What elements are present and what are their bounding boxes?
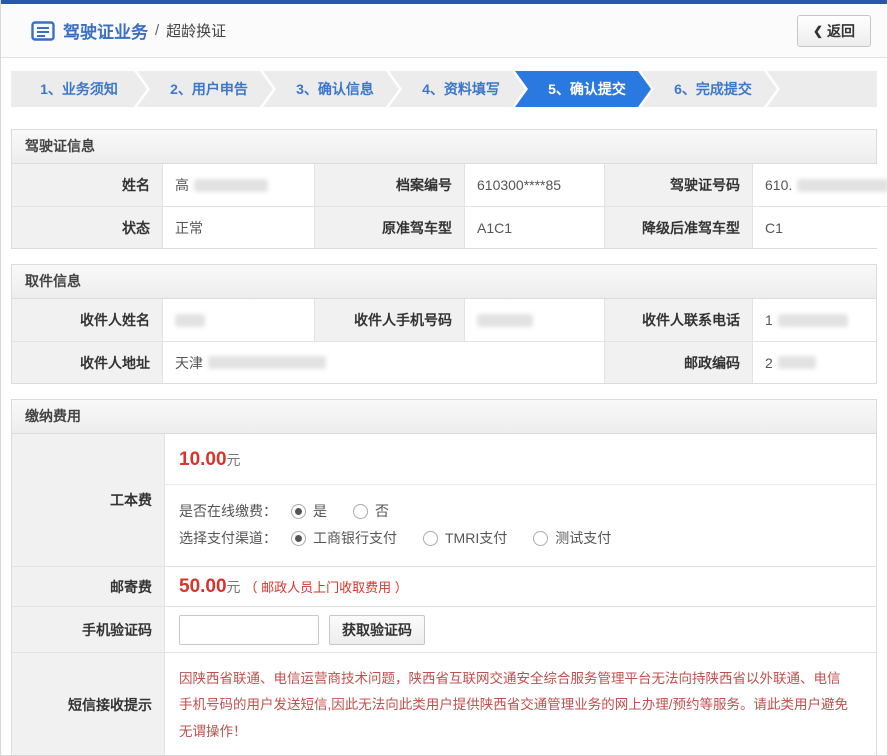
radio-selected-icon[interactable] bbox=[291, 531, 306, 546]
fees-table: 工本费 10.00元 是否在线缴费： 是 否 bbox=[12, 434, 876, 756]
name-label: 姓名 bbox=[12, 164, 162, 206]
down-class-label: 降级后准驾车型 bbox=[604, 206, 752, 248]
pay-channel-label: 选择支付渠道： bbox=[179, 528, 277, 548]
radio-selected-icon[interactable] bbox=[291, 504, 306, 519]
redacted-value bbox=[477, 314, 533, 327]
payment-options: 是否在线缴费： 是 否 选择支付渠道： bbox=[165, 485, 876, 566]
step-wizard: 1、业务须知 2、用户申告 3、确认信息 4、资料填写 5、确认提交 6、完成提… bbox=[11, 71, 877, 107]
license-no-label: 驾驶证号码 bbox=[604, 164, 752, 206]
radio-unselected-icon[interactable] bbox=[353, 504, 368, 519]
file-no-value: 610300****85 bbox=[464, 164, 604, 206]
step-bar-filler bbox=[767, 71, 877, 107]
back-button[interactable]: ❮ 返回 bbox=[797, 15, 871, 47]
status-label: 状态 bbox=[12, 206, 162, 248]
postage-fee-label: 邮寄费 bbox=[12, 566, 164, 606]
section-fees: 缴纳费用 工本费 10.00元 是否在线缴费： 是 bbox=[11, 399, 877, 756]
recipient-name-label: 收件人姓名 bbox=[12, 299, 162, 341]
orig-class-value: A1C1 bbox=[464, 206, 604, 248]
sms-code-input[interactable] bbox=[179, 615, 319, 645]
pickup-info-table: 收件人姓名 收件人手机号码 收件人联系电话 1 收件人地址 天津 邮政编码 2 bbox=[12, 299, 876, 383]
step-1-business-notice: 1、业务须知 bbox=[11, 71, 147, 107]
section-title-fees: 缴纳费用 bbox=[12, 400, 876, 434]
get-code-button[interactable]: 获取验证码 bbox=[329, 615, 425, 645]
step-4-fill-materials: 4、资料填写 bbox=[389, 71, 525, 107]
recipient-address-value: 天津 bbox=[162, 341, 604, 383]
recipient-phone-label: 收件人联系电话 bbox=[604, 299, 752, 341]
production-fee-unit: 元 bbox=[227, 452, 241, 468]
redacted-value bbox=[175, 314, 205, 327]
section-title-license-info: 驾驶证信息 bbox=[12, 130, 876, 164]
breadcrumb-current: 超龄换证 bbox=[166, 20, 226, 41]
channel-tmri-radio[interactable]: TMRI支付 bbox=[423, 528, 507, 548]
header: 驾驶证业务 / 超龄换证 ❮ 返回 bbox=[1, 4, 887, 58]
breadcrumb-divider: / bbox=[155, 22, 159, 39]
online-pay-yes-radio[interactable]: 是 bbox=[291, 501, 327, 521]
sms-code-label: 手机验证码 bbox=[12, 606, 164, 652]
file-no-label: 档案编号 bbox=[314, 164, 464, 206]
pay-channel-row: 选择支付渠道： 工商银行支付 TMRI支付 测试支付 bbox=[179, 528, 862, 548]
redacted-value bbox=[194, 179, 268, 192]
sms-code-content: 获取验证码 bbox=[164, 606, 876, 652]
production-fee-content: 10.00元 是否在线缴费： 是 否 bbox=[164, 434, 876, 566]
chevron-left-icon: ❮ bbox=[813, 24, 823, 38]
form-list-icon bbox=[31, 21, 55, 41]
license-no-value: 610. bbox=[752, 164, 888, 206]
production-fee-amount-row: 10.00元 bbox=[165, 434, 876, 485]
redacted-value bbox=[208, 356, 326, 369]
online-pay-row: 是否在线缴费： 是 否 bbox=[179, 501, 862, 521]
channel-icbc-radio[interactable]: 工商银行支付 bbox=[291, 528, 397, 548]
channel-icbc-label[interactable]: 工商银行支付 bbox=[313, 528, 397, 548]
page-title: 驾驶证业务 bbox=[63, 18, 148, 43]
channel-test-label[interactable]: 测试支付 bbox=[555, 528, 611, 548]
redacted-value bbox=[778, 314, 848, 327]
step-3-confirm-info: 3、确认信息 bbox=[263, 71, 399, 107]
down-class-value: C1 bbox=[752, 206, 888, 248]
name-value: 高 bbox=[162, 164, 314, 206]
zip-code-value: 2 bbox=[752, 341, 876, 383]
sms-notice-text: 因陕西省联通、电信运营商技术问题，陕西省互联网交通安全综合服务管理平台无法向持陕… bbox=[164, 652, 876, 756]
redacted-value bbox=[797, 179, 888, 192]
step-5-confirm-submit: 5、确认提交 bbox=[515, 71, 651, 107]
section-license-info: 驾驶证信息 姓名 高 档案编号 610300****85 驾驶证号码 610. … bbox=[11, 129, 877, 249]
recipient-mobile-label: 收件人手机号码 bbox=[314, 299, 464, 341]
page: 驾驶证业务 / 超龄换证 ❮ 返回 1、业务须知 2、用户申告 3、确认信息 4… bbox=[0, 0, 888, 756]
recipient-mobile-value bbox=[464, 299, 604, 341]
production-fee-label: 工本费 bbox=[12, 434, 164, 566]
online-pay-yes-label[interactable]: 是 bbox=[313, 501, 327, 521]
recipient-name-value bbox=[162, 299, 314, 341]
online-pay-label: 是否在线缴费： bbox=[179, 501, 277, 521]
recipient-phone-value: 1 bbox=[752, 299, 876, 341]
postage-fee-amount: 50.00 bbox=[179, 576, 227, 598]
orig-class-label: 原准驾车型 bbox=[314, 206, 464, 248]
zip-code-label: 邮政编码 bbox=[604, 341, 752, 383]
redacted-value bbox=[778, 356, 816, 369]
postage-fee-unit: 元 bbox=[227, 577, 241, 597]
sms-notice-label: 短信接收提示 bbox=[12, 652, 164, 756]
back-button-label: 返回 bbox=[827, 21, 855, 41]
section-pickup-info: 取件信息 收件人姓名 收件人手机号码 收件人联系电话 1 收件人地址 天津 邮政… bbox=[11, 264, 877, 384]
production-fee-amount: 10.00 bbox=[179, 449, 227, 470]
step-2-user-declaration: 2、用户申告 bbox=[137, 71, 273, 107]
online-pay-no-radio[interactable]: 否 bbox=[353, 501, 389, 521]
radio-unselected-icon[interactable] bbox=[423, 531, 438, 546]
status-value: 正常 bbox=[162, 206, 314, 248]
postage-fee-note: （ 邮政人员上门收取费用 ） bbox=[245, 577, 408, 596]
step-6-finish-submit: 6、完成提交 bbox=[641, 71, 777, 107]
online-pay-no-label[interactable]: 否 bbox=[375, 501, 389, 521]
postage-fee-content: 50.00元 （ 邮政人员上门收取费用 ） bbox=[164, 566, 876, 606]
section-title-pickup-info: 取件信息 bbox=[12, 265, 876, 299]
license-info-table: 姓名 高 档案编号 610300****85 驾驶证号码 610. 状态 正常 … bbox=[12, 164, 876, 248]
channel-test-radio[interactable]: 测试支付 bbox=[533, 528, 611, 548]
radio-unselected-icon[interactable] bbox=[533, 531, 548, 546]
recipient-address-label: 收件人地址 bbox=[12, 341, 162, 383]
channel-tmri-label[interactable]: TMRI支付 bbox=[445, 528, 507, 548]
